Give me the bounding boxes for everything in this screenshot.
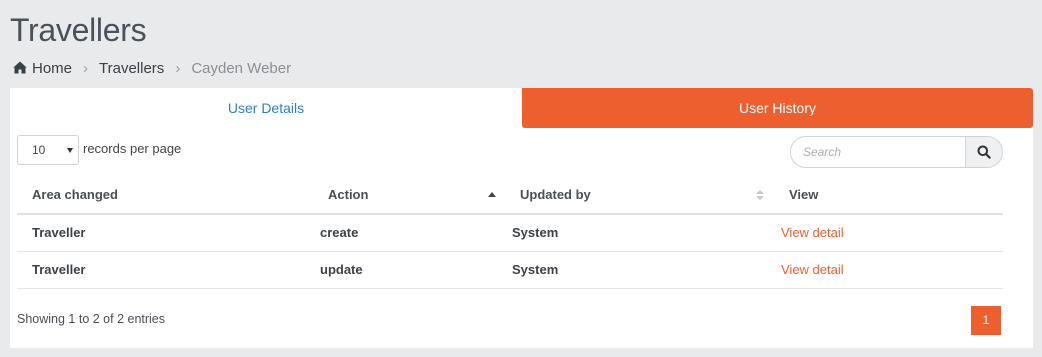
view-detail-link[interactable]: View detail [781, 262, 844, 277]
header-updated-by[interactable]: Updated by [505, 176, 774, 215]
header-area-changed[interactable]: Area changed [17, 176, 313, 215]
cell-action: update [313, 251, 505, 289]
cell-area-changed: Traveller [17, 214, 313, 252]
history-card: User Details User History 10 records per… [10, 88, 1033, 348]
tab-user-details[interactable]: User Details [10, 88, 522, 128]
view-detail-link[interactable]: View detail [781, 225, 844, 240]
breadcrumb-travellers[interactable]: Travellers [99, 60, 164, 77]
sort-icon [756, 190, 765, 202]
table-header-row: Area changed Action Updated by View [17, 176, 1003, 215]
breadcrumb-current: Cayden Weber [191, 60, 292, 77]
records-per-page-label: records per page [83, 140, 182, 156]
cell-updated-by: System [505, 251, 774, 289]
cell-view: View detail [774, 214, 1003, 252]
pagination-page-1[interactable]: 1 [971, 306, 1001, 335]
breadcrumb-home-label: Home [32, 60, 73, 77]
cell-view: View detail [774, 251, 1003, 289]
table-row: Traveller create System View detail [17, 214, 1003, 252]
search-button[interactable] [965, 137, 1002, 167]
chevron-right-icon: › [83, 60, 89, 77]
breadcrumb: Home › Travellers › Cayden Weber [13, 60, 291, 77]
search-input[interactable] [791, 137, 966, 167]
records-per-page-select[interactable]: 10 [17, 135, 79, 165]
cell-updated-by: System [505, 214, 774, 252]
caret-down-icon [67, 148, 73, 153]
records-per-page-value: 10 [32, 143, 46, 157]
sort-ascending-icon [488, 192, 496, 197]
history-table: Area changed Action Updated by View Trav… [17, 176, 1003, 289]
table-row: Traveller update System View detail [17, 251, 1003, 289]
cell-area-changed: Traveller [17, 251, 313, 289]
chevron-right-icon: › [175, 60, 181, 77]
header-view: View [774, 176, 1003, 215]
page-title: Travellers [10, 12, 147, 48]
header-action[interactable]: Action [313, 176, 505, 215]
records-per-page: 10 records per page [17, 135, 181, 165]
table-info: Showing 1 to 2 of 2 entries [17, 312, 166, 326]
cell-action: create [313, 214, 505, 252]
tab-user-history[interactable]: User History [522, 88, 1033, 128]
tab-bar: User Details User History [10, 88, 1033, 128]
breadcrumb-home[interactable]: Home [13, 60, 72, 77]
search-box [790, 136, 1003, 168]
home-icon [13, 61, 27, 74]
search-icon [977, 145, 991, 159]
